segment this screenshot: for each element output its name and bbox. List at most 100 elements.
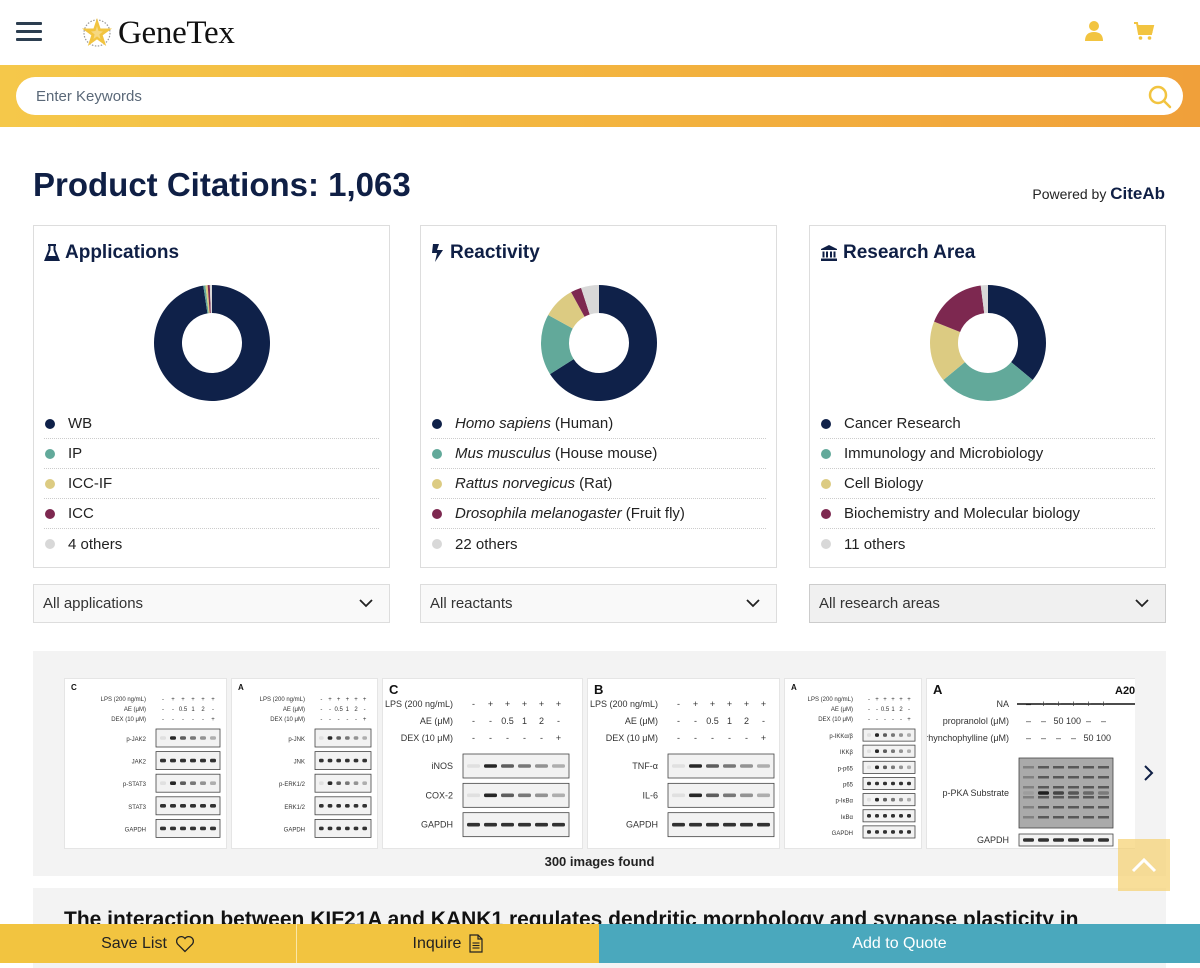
legend-dot <box>432 478 442 489</box>
legend-item: Immunology and Microbiology <box>820 439 1155 469</box>
gallery-image[interactable]: C LPS (200 ng/mL) - + + + + + AE (μM) - -0.5 1 2- DEX… <box>382 678 583 849</box>
citeab-brand[interactable]: CiteAb <box>1110 184 1165 203</box>
gallery-image[interactable]: A A2058 NA – + + + + + propranolol (μM) – –50 100– – r… <box>926 678 1135 849</box>
lane-mark: – <box>1101 716 1106 726</box>
card-title: Research Area <box>820 242 975 264</box>
add-to-quote-label: Add to Quote <box>852 934 947 952</box>
lane-mark: 50 <box>1053 716 1063 726</box>
gallery-image[interactable]: A LPS (200 ng/mL) - + + + + + AE (μM) - -0.5 1 2- DEX… <box>231 678 378 849</box>
lane-mark: - <box>320 707 322 713</box>
lane-mark: + <box>1101 699 1106 709</box>
brand-name: GeneTex <box>118 14 235 51</box>
institution-icon <box>821 245 837 261</box>
band-label: IL-6 <box>642 790 658 800</box>
lane-mark: + <box>883 697 887 703</box>
lane-mark: + <box>328 697 332 703</box>
western-blot-image: BLPS (200 ng/mL) - + + + + +AE (μM) - -0.5 1 2 -DEX… <box>590 682 775 838</box>
lane-mark: 2 <box>744 716 749 726</box>
research-area-select[interactable]: All research areas <box>809 584 1166 623</box>
menu-icon[interactable] <box>16 22 42 42</box>
applications-legend: WB IP ICC-IF ICC 4 others <box>44 409 379 559</box>
scroll-to-top-button[interactable] <box>1118 839 1170 891</box>
card-title-text: Reactivity <box>450 242 540 263</box>
lane-mark: + <box>1041 699 1046 709</box>
research-area-donut-chart[interactable] <box>928 283 1048 403</box>
genetex-logo[interactable]: GeneTex <box>80 14 235 52</box>
donut-slice-cancer-research[interactable] <box>988 285 1046 380</box>
lane-mark: 2 <box>899 707 903 713</box>
western-blot-image: A A2058NA – + + + + +propranolol (μM) – –50 100– –r… <box>927 682 1135 847</box>
treatment-label: AE (μM) <box>283 707 305 713</box>
legend-label: Cancer Research <box>844 415 961 432</box>
lane-mark: 1 <box>191 707 195 713</box>
lane-mark: - <box>694 733 697 743</box>
lane-mark: - <box>320 717 322 723</box>
lane-mark: 2 <box>201 707 205 713</box>
reactivity-donut-chart[interactable] <box>539 283 659 403</box>
treatment-label: LPS (200 ng/mL) <box>385 699 453 709</box>
lane-mark: - <box>202 717 204 723</box>
chevron-down-icon <box>746 599 760 608</box>
add-to-quote-button[interactable]: Add to Quote <box>599 924 1200 963</box>
images-found-count: 300 images found <box>544 854 655 869</box>
lane-mark: + <box>907 717 911 723</box>
lane-mark: + <box>522 699 527 709</box>
lane-mark: + <box>191 697 195 703</box>
gallery-image[interactable]: C LPS (200 ng/mL) - + + + + + AE (μM) - -0.5 1 2- DEX… <box>64 678 227 849</box>
lane-mark: + <box>761 733 766 743</box>
reactivity-card: Reactivity Homo sapiens (Human) Mus muscul… <box>420 225 777 568</box>
band-label: GAPDH <box>977 835 1009 845</box>
lane-mark: + <box>556 733 561 743</box>
lane-mark: – <box>1041 716 1046 726</box>
treatment-label: DEX (10 μM) <box>818 717 853 723</box>
treatment-label: LPS (200 ng/mL) <box>590 699 658 709</box>
band-label: GAPDH <box>626 820 658 830</box>
legend-dot <box>45 418 55 429</box>
reactivity-select[interactable]: All reactants <box>420 584 777 623</box>
applications-donut-chart[interactable] <box>152 283 272 403</box>
legend-dot <box>45 508 55 519</box>
lane-mark: + <box>201 697 205 703</box>
band-label: JNK <box>294 760 305 766</box>
lane-mark: + <box>1056 699 1061 709</box>
lane-mark: + <box>505 699 510 709</box>
band-label: GAPDH <box>832 831 853 837</box>
lane-mark: 100 <box>1066 716 1081 726</box>
lane-mark: – <box>1026 699 1031 709</box>
lane-mark: + <box>761 699 766 709</box>
band-label: ERK1/2 <box>284 805 305 811</box>
user-icon[interactable] <box>1083 20 1105 42</box>
panel-letter: C <box>71 683 77 692</box>
lane-mark: – <box>1071 733 1076 743</box>
lane-mark: + <box>539 699 544 709</box>
chevron-up-icon <box>1131 857 1157 873</box>
cart-icon[interactable] <box>1133 20 1155 42</box>
chevron-down-icon <box>1135 599 1149 608</box>
band-label: STAT3 <box>128 805 146 811</box>
lane-mark: + <box>171 697 175 703</box>
lane-mark: – <box>1026 716 1031 726</box>
lane-mark: - <box>162 707 164 713</box>
search-input[interactable] <box>36 77 1116 115</box>
lane-mark: + <box>693 699 698 709</box>
card-title-text: Research Area <box>843 242 976 263</box>
legend-dot <box>45 478 55 489</box>
inquire-button[interactable]: Inquire <box>297 924 599 963</box>
lane-mark: - <box>908 707 910 713</box>
chevron-right-icon[interactable] <box>1136 761 1160 785</box>
applications-select[interactable]: All applications <box>33 584 390 623</box>
legend-label: ICC-IF <box>68 475 113 492</box>
gallery-image[interactable]: A LPS (200 ng/mL) - + + + + + AE (μM) - -0.5 1 2- DEX… <box>784 678 922 849</box>
lane-mark: - <box>506 733 509 743</box>
lane-mark: - <box>892 717 894 723</box>
gallery-image[interactable]: B LPS (200 ng/mL) - + + + + + AE (μM) - -0.5 1 2- DEX… <box>587 678 780 849</box>
lane-mark: – <box>1056 733 1061 743</box>
legend-dot <box>45 448 55 459</box>
lane-mark: - <box>677 716 680 726</box>
lane-mark: + <box>181 697 185 703</box>
legend-item: 22 others <box>431 529 766 559</box>
lane-mark: - <box>472 699 475 709</box>
search-icon[interactable] <box>1147 84 1173 110</box>
save-list-button[interactable]: Save List <box>0 924 297 963</box>
treatment-label: AE (μM) <box>420 716 453 726</box>
